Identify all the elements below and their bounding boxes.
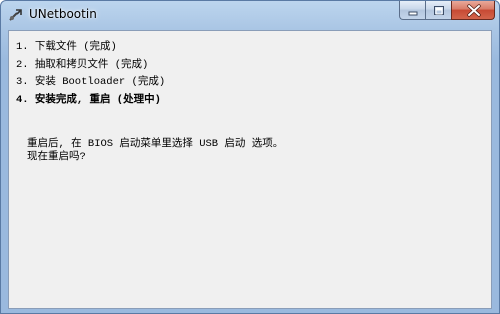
- reboot-message: 重启后, 在 BIOS 启动菜单里选择 USB 启动 选项。 现在重启吗?: [27, 138, 283, 164]
- minimize-button[interactable]: [399, 1, 425, 20]
- reboot-question: 现在重启吗?: [27, 151, 86, 163]
- minimize-icon: [408, 11, 418, 16]
- window-title: UNetbootin: [29, 7, 97, 21]
- unetbootin-app-icon: [8, 7, 24, 23]
- maximize-icon: [434, 6, 444, 15]
- caption-buttons: [399, 1, 495, 21]
- close-icon: [467, 4, 481, 17]
- client-area: 1. 下载文件 (完成) 2. 抽取和拷贝文件 (完成) 3. 安装 Bootl…: [8, 30, 492, 309]
- step-extract-copy: 2. 抽取和拷贝文件 (完成): [16, 58, 149, 71]
- title-bar[interactable]: UNetbootin: [1, 1, 499, 30]
- progress-steps: 1. 下载文件 (完成) 2. 抽取和拷贝文件 (完成) 3. 安装 Bootl…: [16, 39, 165, 109]
- step-download: 1. 下载文件 (完成): [16, 41, 117, 53]
- step-complete-reboot: 4. 安装完成, 重启 (处理中): [16, 93, 161, 106]
- app-window: UNetbootin 1. 下载文件 (完成) 2. 抽取和拷贝文件 (完成) …: [0, 0, 500, 314]
- close-button[interactable]: [451, 1, 495, 20]
- reboot-instruction: 重启后, 在 BIOS 启动菜单里选择 USB 启动 选项。: [27, 138, 284, 150]
- maximize-button[interactable]: [425, 1, 451, 20]
- step-install-bootloader: 3. 安装 Bootloader (完成): [16, 76, 166, 88]
